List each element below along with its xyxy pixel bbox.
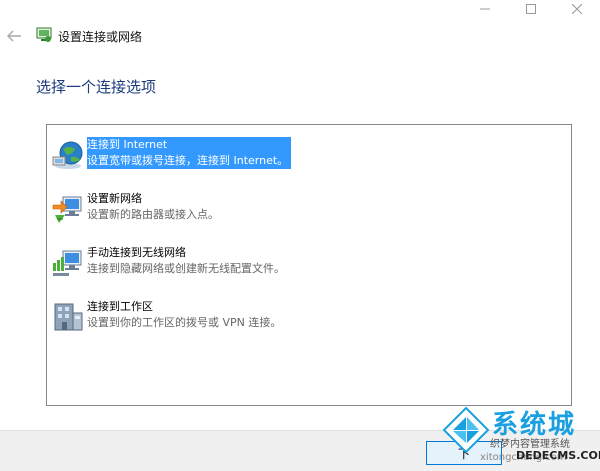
- option-text: 连接到工作区 设置到你的工作区的拨号或 VPN 连接。: [87, 299, 281, 331]
- window-title: 设置连接或网络: [58, 30, 143, 44]
- globe-network-icon: [52, 141, 83, 169]
- option-title: 手动连接到无线网络: [87, 246, 186, 259]
- network-setup-icon: [36, 27, 52, 42]
- option-title: 连接到 Internet: [87, 137, 292, 153]
- minimize-icon: [480, 8, 490, 10]
- maximize-button[interactable]: [508, 0, 554, 18]
- option-title: 设置新网络: [87, 192, 142, 205]
- watermark-host: DEDECMS.COM: [516, 449, 600, 462]
- option-description: 连接到隐藏网络或创建新无线配置文件。: [87, 262, 285, 275]
- watermark: 系统城 织梦内容管理系统 xitongcheng.com DEDECMS.COM: [440, 402, 600, 470]
- option-description: 设置到你的工作区的拨号或 VPN 连接。: [87, 316, 282, 329]
- window-controls: [462, 0, 600, 18]
- option-connect-internet[interactable]: 连接到 Internet 设置宽带或拨号连接，连接到 Internet。: [47, 137, 571, 183]
- option-connect-workplace[interactable]: 连接到工作区 设置到你的工作区的拨号或 VPN 连接。: [47, 299, 571, 345]
- minimize-button[interactable]: [462, 0, 508, 18]
- close-button[interactable]: [554, 0, 600, 18]
- title-bar: 设置连接或网络: [0, 18, 600, 54]
- option-text: 设置新网络 设置新的路由器或接入点。: [87, 191, 219, 223]
- back-arrow-icon: [7, 30, 21, 42]
- close-icon: [572, 4, 582, 14]
- connection-options-list: 连接到 Internet 设置宽带或拨号连接，连接到 Internet。 设置新…: [46, 124, 572, 406]
- option-manual-wireless[interactable]: 手动连接到无线网络 连接到隐藏网络或创建新无线配置文件。: [47, 245, 571, 291]
- maximize-icon: [526, 4, 536, 14]
- page-heading: 选择一个连接选项: [36, 78, 157, 96]
- new-network-icon: [52, 196, 82, 223]
- option-text: 连接到 Internet 设置宽带或拨号连接，连接到 Internet。: [87, 137, 292, 169]
- workplace-icon: [54, 303, 83, 331]
- back-button[interactable]: [2, 26, 26, 46]
- option-description: 设置新的路由器或接入点。: [87, 208, 219, 221]
- wireless-network-icon: [53, 250, 82, 276]
- option-description: 设置宽带或拨号连接，连接到 Internet。: [87, 153, 292, 169]
- watermark-site: 织梦内容管理系统: [490, 439, 570, 450]
- option-text: 手动连接到无线网络 连接到隐藏网络或创建新无线配置文件。: [87, 245, 285, 277]
- option-new-network[interactable]: 设置新网络 设置新的路由器或接入点。: [47, 191, 571, 237]
- option-title: 连接到工作区: [87, 300, 153, 313]
